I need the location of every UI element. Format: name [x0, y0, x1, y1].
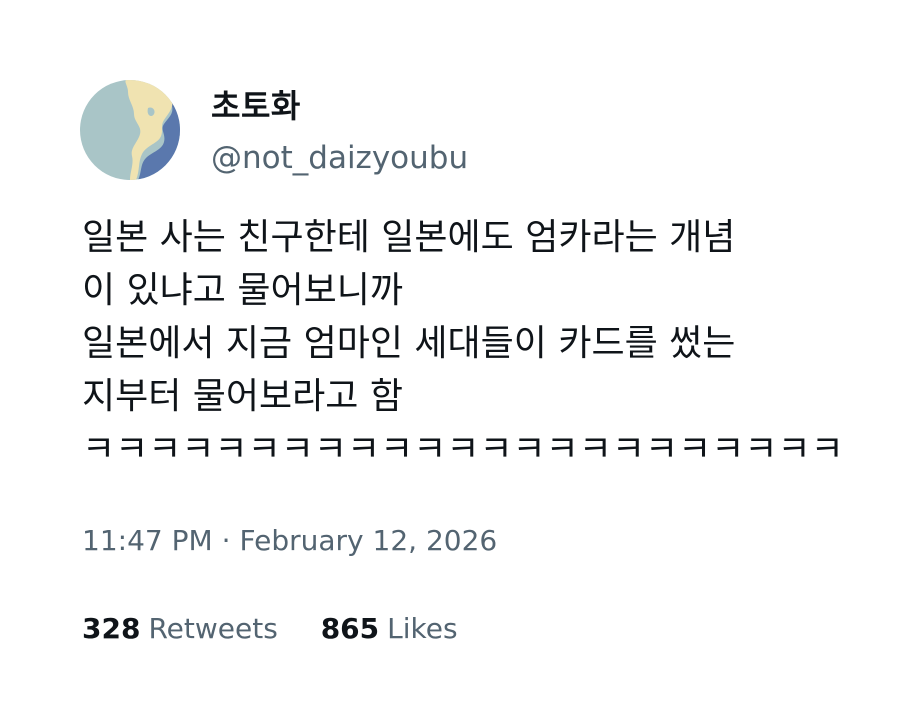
- tweet-text: 일본 사는 친구한테 일본에도 엄카라는 개념 이 있냐고 물어보니까 일본에서…: [82, 211, 862, 476]
- likes-stat[interactable]: 865 Likes: [321, 609, 458, 649]
- tweet-card: 초토화 @not_daizyoubu 일본 사는 친구한테 일본에도 엄카라는 …: [0, 0, 900, 727]
- globe-map-icon: [80, 80, 180, 180]
- author-display-name[interactable]: 초토화: [211, 86, 301, 126]
- avatar[interactable]: [80, 80, 180, 180]
- tweet-text-line: 이 있냐고 물어보니까: [82, 270, 403, 311]
- tweet-text-line: 일본에서 지금 엄마인 세대들이 카드를 썼는: [82, 323, 736, 364]
- retweets-label: Retweets: [148, 612, 278, 645]
- tweet-date: February 12, 2026: [239, 524, 498, 557]
- timestamp-separator: ·: [221, 524, 231, 557]
- likes-label: Likes: [387, 612, 458, 645]
- retweets-stat[interactable]: 328 Retweets: [82, 609, 278, 649]
- tweet-time: 11:47 PM: [82, 524, 213, 557]
- tweet-text-line: ㅋㅋㅋㅋㅋㅋㅋㅋㅋㅋㅋㅋㅋㅋㅋㅋㅋㅋㅋㅋㅋㅋㅋ: [82, 429, 844, 470]
- tweet-timestamp[interactable]: 11:47 PM · February 12, 2026: [82, 521, 497, 561]
- author-handle[interactable]: @not_daizyoubu: [211, 138, 468, 178]
- likes-count: 865: [320, 612, 380, 645]
- tweet-text-line: 일본 사는 친구한테 일본에도 엄카라는 개념: [82, 217, 736, 258]
- tweet-stats: 328 Retweets 865 Likes: [82, 609, 458, 649]
- retweets-count: 328: [82, 612, 141, 645]
- tweet-text-line: 지부터 물어보라고 함: [82, 376, 403, 417]
